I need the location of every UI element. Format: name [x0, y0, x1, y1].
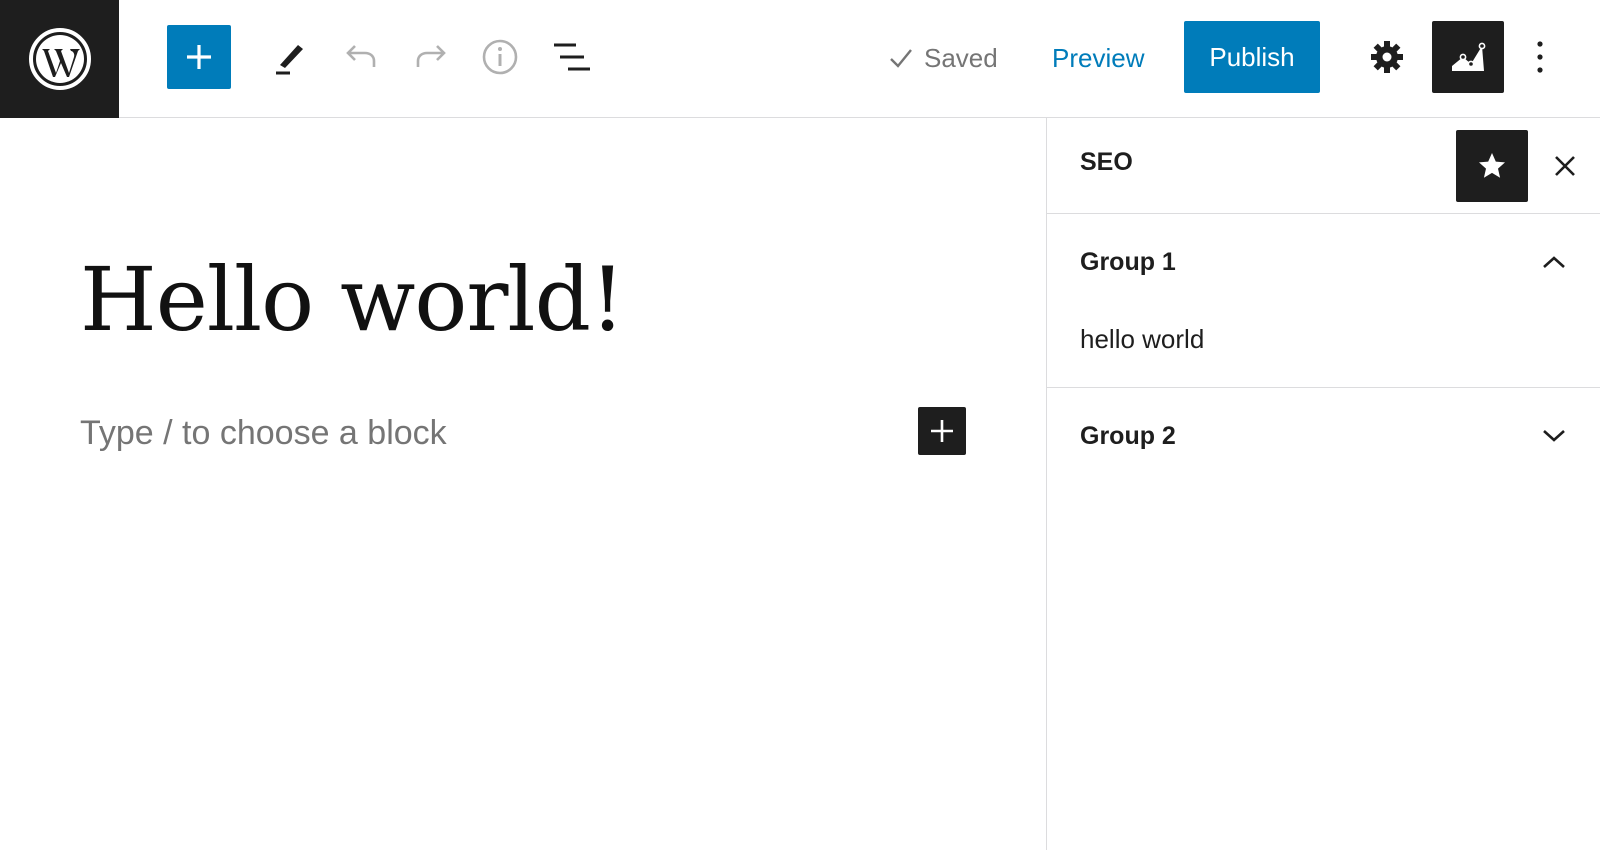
publish-button[interactable]: Publish — [1184, 21, 1320, 93]
wordpress-logo-button[interactable] — [0, 0, 119, 118]
block-placeholder[interactable]: Type / to choose a block — [80, 414, 447, 453]
panel-group-2-title: Group 2 — [1080, 421, 1176, 450]
saved-label: Saved — [924, 42, 998, 73]
plus-icon — [187, 45, 211, 69]
editor-header: Saved Preview Publish — [0, 0, 1600, 118]
seo-sidebar: SEO Group 1 hello world Group 2 — [1046, 118, 1600, 850]
chart-icon — [1452, 42, 1486, 71]
panel-group-2: Group 2 — [1047, 388, 1600, 488]
redo-icon — [416, 45, 446, 67]
wordpress-logo-icon — [28, 28, 91, 90]
sidebar-title: SEO — [1080, 148, 1133, 176]
panel-group-2-toggle[interactable]: Group 2 — [1047, 388, 1600, 484]
block-inserter-button[interactable] — [167, 25, 231, 89]
details-button[interactable] — [468, 25, 532, 89]
gear-icon — [1371, 41, 1403, 73]
list-view-button[interactable] — [540, 25, 604, 89]
sidebar-header: SEO — [1047, 118, 1600, 214]
post-title[interactable]: Hello world! — [80, 248, 625, 351]
pencil-icon — [276, 45, 303, 75]
redo-button[interactable] — [400, 25, 464, 89]
undo-button[interactable] — [328, 25, 392, 89]
info-icon — [482, 39, 518, 75]
plus-icon — [931, 420, 953, 442]
close-sidebar-button[interactable] — [1541, 142, 1589, 190]
more-vertical-icon — [1537, 41, 1543, 73]
tools-button[interactable] — [256, 25, 320, 89]
panel-group-1-title: Group 1 — [1080, 247, 1176, 276]
pin-sidebar-button[interactable] — [1456, 130, 1528, 202]
close-icon — [1555, 156, 1575, 176]
undo-icon — [346, 45, 376, 67]
settings-button[interactable] — [1355, 25, 1419, 89]
saved-state-indicator: Saved — [888, 38, 998, 78]
editor-canvas: Hello world! Type / to choose a block — [0, 118, 1046, 850]
panel-group-1-content: hello world — [1080, 324, 1205, 354]
chevron-up-icon — [1543, 256, 1565, 268]
list-view-icon — [554, 43, 590, 71]
panel-group-1-toggle[interactable]: Group 1 — [1047, 214, 1600, 310]
seo-plugin-button[interactable] — [1432, 21, 1504, 93]
preview-button[interactable]: Preview — [1052, 38, 1144, 78]
checkmark-icon — [890, 49, 912, 68]
chevron-down-icon — [1543, 430, 1565, 442]
add-block-button[interactable] — [918, 407, 966, 455]
star-icon — [1479, 153, 1505, 178]
panel-group-1: Group 1 hello world — [1047, 214, 1600, 388]
options-button[interactable] — [1508, 25, 1572, 89]
